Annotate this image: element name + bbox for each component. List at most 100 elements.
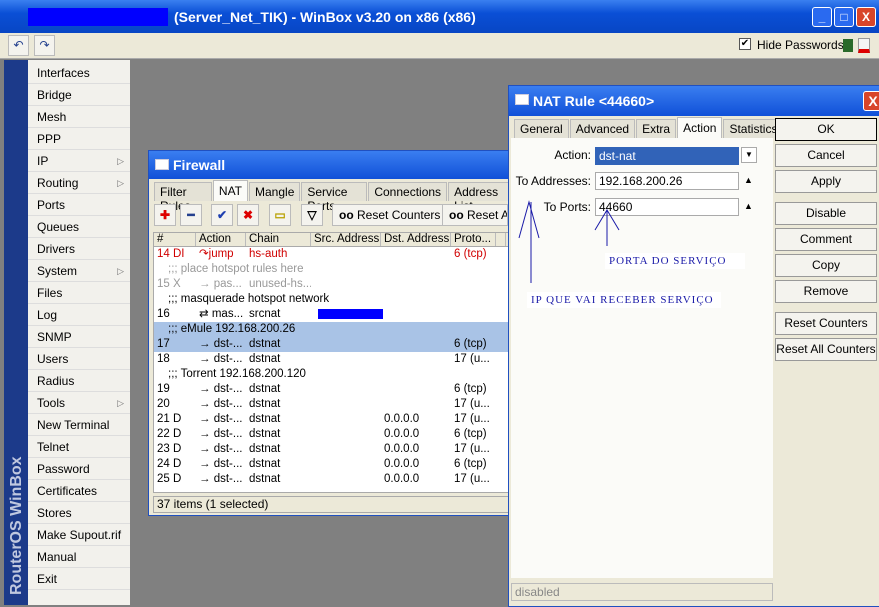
tab-service-ports[interactable]: Service Ports xyxy=(301,182,368,213)
row-action: → dst-... xyxy=(196,412,246,427)
submenu-arrow-icon: ▷ xyxy=(117,178,124,188)
column-header[interactable]: Src. Address xyxy=(311,233,381,246)
table-row[interactable]: 24 D → dst-... dstnat 0.0.0.0 6 (tcp) xyxy=(154,457,508,472)
sidebar-item-ports[interactable]: Ports xyxy=(28,194,130,216)
row-chain: dstnat xyxy=(249,383,281,395)
counter-icon: oo xyxy=(339,208,354,222)
sidebar-item-manual[interactable]: Manual xyxy=(28,546,130,568)
enable-icon[interactable]: ✔ xyxy=(211,204,233,226)
reset-all-counters-button[interactable]: Reset All Counters xyxy=(775,338,877,361)
tab-address-list[interactable]: Address List xyxy=(448,182,510,213)
action-icon: → xyxy=(199,413,214,425)
table-row[interactable]: 20 → dst-... dstnat 17 (u... xyxy=(154,397,508,412)
sidebar-item-bridge[interactable]: Bridge xyxy=(28,84,130,106)
column-header[interactable]: Chain xyxy=(246,233,311,246)
table-row[interactable]: 21 D → dst-... dstnat 0.0.0.0 17 (u... xyxy=(154,412,508,427)
sidebar-item-certificates[interactable]: Certificates xyxy=(28,480,130,502)
tab-filter-rules[interactable]: Filter Rules xyxy=(154,182,212,213)
disable-button[interactable]: Disable xyxy=(775,202,877,225)
sidebar-item-telnet[interactable]: Telnet xyxy=(28,436,130,458)
table-row[interactable]: 19 → dst-... dstnat 6 (tcp) xyxy=(154,382,508,397)
table-row[interactable]: 25 D → dst-... dstnat 0.0.0.0 17 (u... xyxy=(154,472,508,487)
table-row[interactable]: 23 D → dst-... dstnat 0.0.0.0 17 (u... xyxy=(154,442,508,457)
disable-icon[interactable]: ✖ xyxy=(237,204,259,226)
sidebar-item-mesh[interactable]: Mesh xyxy=(28,106,130,128)
ok-button[interactable]: OK xyxy=(775,118,877,141)
sidebar-item-interfaces[interactable]: Interfaces xyxy=(28,62,130,84)
row-proto: 17 (u... xyxy=(454,353,490,365)
add-icon[interactable]: ✚ xyxy=(154,204,176,226)
row-number: 19 xyxy=(157,383,170,395)
table-row[interactable]: 17 → dst-... dstnat 6 (tcp) xyxy=(154,337,508,352)
tab-extra[interactable]: Extra xyxy=(636,119,677,138)
comment-row[interactable]: ;;; place hotspot rules here xyxy=(154,262,508,277)
nat-close-button[interactable]: X xyxy=(863,91,879,111)
copy-button[interactable]: Copy xyxy=(775,254,877,277)
row-chain: srcnat xyxy=(249,308,281,320)
minimize-button[interactable]: _ xyxy=(812,7,832,27)
table-row[interactable]: 14 DI ↷jump hs-auth 6 (tcp) xyxy=(154,247,508,262)
cancel-button[interactable]: Cancel xyxy=(775,144,877,167)
table-row[interactable]: 15 X → pas... unused-hs... xyxy=(154,277,508,292)
redo-button[interactable]: ↷ xyxy=(34,35,55,56)
tab-advanced[interactable]: Advanced xyxy=(569,119,636,138)
filter-icon[interactable]: ▽ xyxy=(301,204,323,226)
comment-row[interactable]: ;;; Torrent 192.168.200.120 xyxy=(154,367,508,382)
table-row[interactable]: 22 D → dst-... dstnat 0.0.0.0 6 (tcp) xyxy=(154,427,508,442)
sidebar-item-stores[interactable]: Stores xyxy=(28,502,130,524)
column-header[interactable]: Dst. Address xyxy=(381,233,451,246)
sidebar-item-exit[interactable]: Exit xyxy=(28,568,130,590)
comment-icon[interactable]: ▭ xyxy=(269,204,291,226)
row-dst xyxy=(381,307,451,322)
reset-counters-label: Reset Counters xyxy=(357,208,441,222)
sidebar-item-password[interactable]: Password xyxy=(28,458,130,480)
row-chain: hs-auth xyxy=(249,248,288,260)
firewall-title-bar[interactable]: Firewall xyxy=(149,151,511,179)
table-row[interactable]: 18 → dst-... dstnat 17 (u... xyxy=(154,352,508,367)
sidebar-item-ppp[interactable]: PPP xyxy=(28,128,130,150)
sidebar-item-new-terminal[interactable]: New Terminal xyxy=(28,414,130,436)
reset-all-counters-button[interactable]: oo Reset All Counters xyxy=(442,204,508,226)
sidebar-item-drivers[interactable]: Drivers xyxy=(28,238,130,260)
nat-rule-title-bar[interactable]: NAT Rule <44660> X xyxy=(509,86,879,116)
maximize-button[interactable]: □ xyxy=(834,7,854,27)
sidebar-item-radius[interactable]: Radius xyxy=(28,370,130,392)
sidebar-item-tools[interactable]: Tools ▷ xyxy=(28,392,130,414)
comment-button[interactable]: Comment xyxy=(775,228,877,251)
sidebar-item-snmp[interactable]: SNMP xyxy=(28,326,130,348)
comment-row[interactable]: ;;; eMule 192.168.200.26 xyxy=(154,322,508,337)
tab-nat[interactable]: NAT xyxy=(212,180,249,201)
tab-action[interactable]: Action xyxy=(677,117,723,138)
submenu-arrow-icon: ▷ xyxy=(117,398,124,408)
reset-counters-button[interactable]: oo Reset Counters xyxy=(332,204,448,226)
sidebar-item-files[interactable]: Files xyxy=(28,282,130,304)
column-header[interactable]: # xyxy=(154,233,196,246)
column-header[interactable]: Action xyxy=(196,233,246,246)
row-dst: 0.0.0.0 xyxy=(384,428,420,440)
sidebar-item-users[interactable]: Users xyxy=(28,348,130,370)
close-button[interactable]: X xyxy=(856,7,876,27)
tab-general[interactable]: General xyxy=(514,119,569,138)
sidebar-item-queues[interactable]: Queues xyxy=(28,216,130,238)
hide-passwords-checkbox[interactable]: ✔ xyxy=(739,38,751,50)
comment-row[interactable]: ;;; masquerade hotspot network xyxy=(154,292,508,307)
action-icon: → xyxy=(199,458,214,470)
undo-button[interactable]: ↶ xyxy=(8,35,29,56)
reset-counters-button[interactable]: Reset Counters xyxy=(775,312,877,335)
sidebar-item-ip[interactable]: IP ▷ xyxy=(28,150,130,172)
tab-connections[interactable]: Connections xyxy=(368,182,448,201)
sidebar-item-make-supout-rif[interactable]: Make Supout.rif xyxy=(28,524,130,546)
apply-button[interactable]: Apply xyxy=(775,170,877,193)
remove-icon[interactable]: ━ xyxy=(180,204,202,226)
sidebar-item-system[interactable]: System ▷ xyxy=(28,260,130,282)
column-header[interactable] xyxy=(496,233,506,246)
action-icon: → xyxy=(199,398,214,410)
sidebar-item-routing[interactable]: Routing ▷ xyxy=(28,172,130,194)
row-comment: ;;; eMule 192.168.200.26 xyxy=(168,323,296,335)
tab-mangle[interactable]: Mangle xyxy=(249,182,301,201)
remove-button[interactable]: Remove xyxy=(775,280,877,303)
action-text: dst-... xyxy=(213,473,243,485)
window-icon xyxy=(515,94,529,105)
column-header[interactable]: Proto... xyxy=(451,233,496,246)
sidebar-item-log[interactable]: Log xyxy=(28,304,130,326)
